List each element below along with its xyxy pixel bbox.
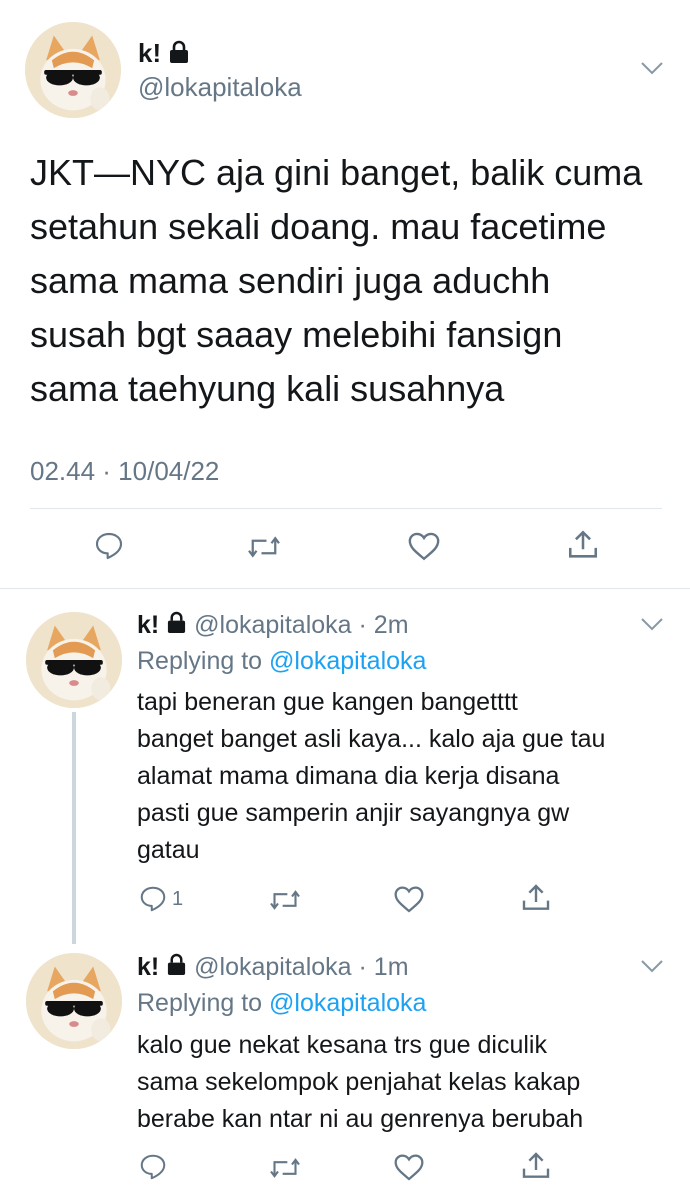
author-handle[interactable]: @lokapitaloka <box>138 72 302 102</box>
replying-to-label: Replying to <box>137 647 263 675</box>
author-handle[interactable]: @lokapitaloka <box>194 611 351 639</box>
tweet-text-line: sama mama sendiri juga aduchh <box>30 260 551 301</box>
avatar[interactable] <box>26 953 122 1049</box>
reply-text-line: banget banget asli kaya... kalo aja gue … <box>137 725 606 753</box>
chevron-down-icon[interactable] <box>640 616 664 632</box>
reply-icon <box>138 1152 168 1182</box>
reply-time[interactable]: · 1m <box>359 953 409 981</box>
like-icon <box>407 530 441 562</box>
chevron-down-icon[interactable] <box>640 60 664 76</box>
lock-icon <box>168 40 190 70</box>
reply-text-line: sama sekelompok penjahat kelas kakap <box>137 1068 581 1096</box>
share-button[interactable] <box>520 882 552 914</box>
author-name-row: k! <box>138 38 190 70</box>
like-button[interactable] <box>393 884 425 914</box>
author-name[interactable]: k! <box>137 953 159 981</box>
lock-icon <box>166 611 187 641</box>
reply-header: k! @lokapitaloka · 2m <box>137 610 409 641</box>
share-icon <box>520 1150 552 1182</box>
reply-button[interactable] <box>138 1152 168 1182</box>
tweet-text-line: sama taehyung kali susahnya <box>30 368 505 409</box>
reply-button[interactable] <box>93 530 125 562</box>
retweet-icon <box>268 1154 302 1182</box>
reply-text-line: tapi beneran gue kangen bangetttt <box>137 688 518 716</box>
reply-count: 1 <box>172 887 184 910</box>
share-button[interactable] <box>566 528 600 562</box>
replying-to-link[interactable]: @lokapitaloka <box>269 989 426 1017</box>
like-icon <box>393 1152 425 1182</box>
retweet-icon <box>268 886 302 914</box>
reply-header: k! @lokapitaloka · 1m <box>137 952 409 983</box>
reply-text-line: berabe kan ntar ni au genrenya berubah <box>137 1105 584 1133</box>
reply-text: kalo gue nekat kesana trs gue diculik sa… <box>137 1027 677 1138</box>
tweet-text-line: setahun sekali doang. mau facetime <box>30 206 607 247</box>
avatar[interactable] <box>26 612 122 708</box>
lock-icon <box>166 953 187 983</box>
like-button[interactable] <box>407 530 441 562</box>
share-button[interactable] <box>520 1150 552 1182</box>
reply-text-line: kalo gue nekat kesana trs gue diculik <box>137 1031 547 1059</box>
retweet-icon <box>246 532 282 562</box>
author-name[interactable]: k! <box>137 611 159 639</box>
share-icon <box>520 882 552 914</box>
retweet-button[interactable] <box>246 532 282 562</box>
tweet-text-line: JKT—NYC aja gini banget, balik cuma <box>30 152 643 193</box>
reply-icon <box>93 530 125 562</box>
avatar[interactable] <box>25 22 121 118</box>
reply-button[interactable]: 1 <box>138 884 183 914</box>
chevron-down-icon[interactable] <box>640 958 664 974</box>
like-icon <box>393 884 425 914</box>
retweet-button[interactable] <box>268 1154 302 1182</box>
author-handle[interactable]: @lokapitaloka <box>194 953 351 981</box>
tweet-timestamp[interactable]: 02.44 · 10/04/22 <box>30 456 219 486</box>
like-button[interactable] <box>393 1152 425 1182</box>
reply-time[interactable]: · 2m <box>359 611 409 639</box>
replying-to-link[interactable]: @lokapitaloka <box>269 647 426 675</box>
tweet-text-line: susah bgt saaay melebihi fansign <box>30 314 563 355</box>
divider <box>30 508 662 509</box>
reply-text-line: gatau <box>137 836 200 864</box>
replying-to: Replying to @lokapitaloka <box>137 988 426 1018</box>
replying-to-label: Replying to <box>137 989 263 1017</box>
author-name[interactable]: k! <box>138 38 161 68</box>
reply-icon <box>138 884 168 914</box>
divider <box>0 588 690 589</box>
replying-to: Replying to @lokapitaloka <box>137 646 426 676</box>
reply-text-line: pasti gue samperin anjir sayangnya gw <box>137 799 570 827</box>
share-icon <box>566 528 600 562</box>
thread-line <box>72 712 76 944</box>
retweet-button[interactable] <box>268 886 302 914</box>
tweet-text: JKT—NYC aja gini banget, balik cuma seta… <box>30 146 670 416</box>
reply-text: tapi beneran gue kangen bangetttt banget… <box>137 684 677 869</box>
reply-text-line: alamat mama dimana dia kerja disana <box>137 762 560 790</box>
